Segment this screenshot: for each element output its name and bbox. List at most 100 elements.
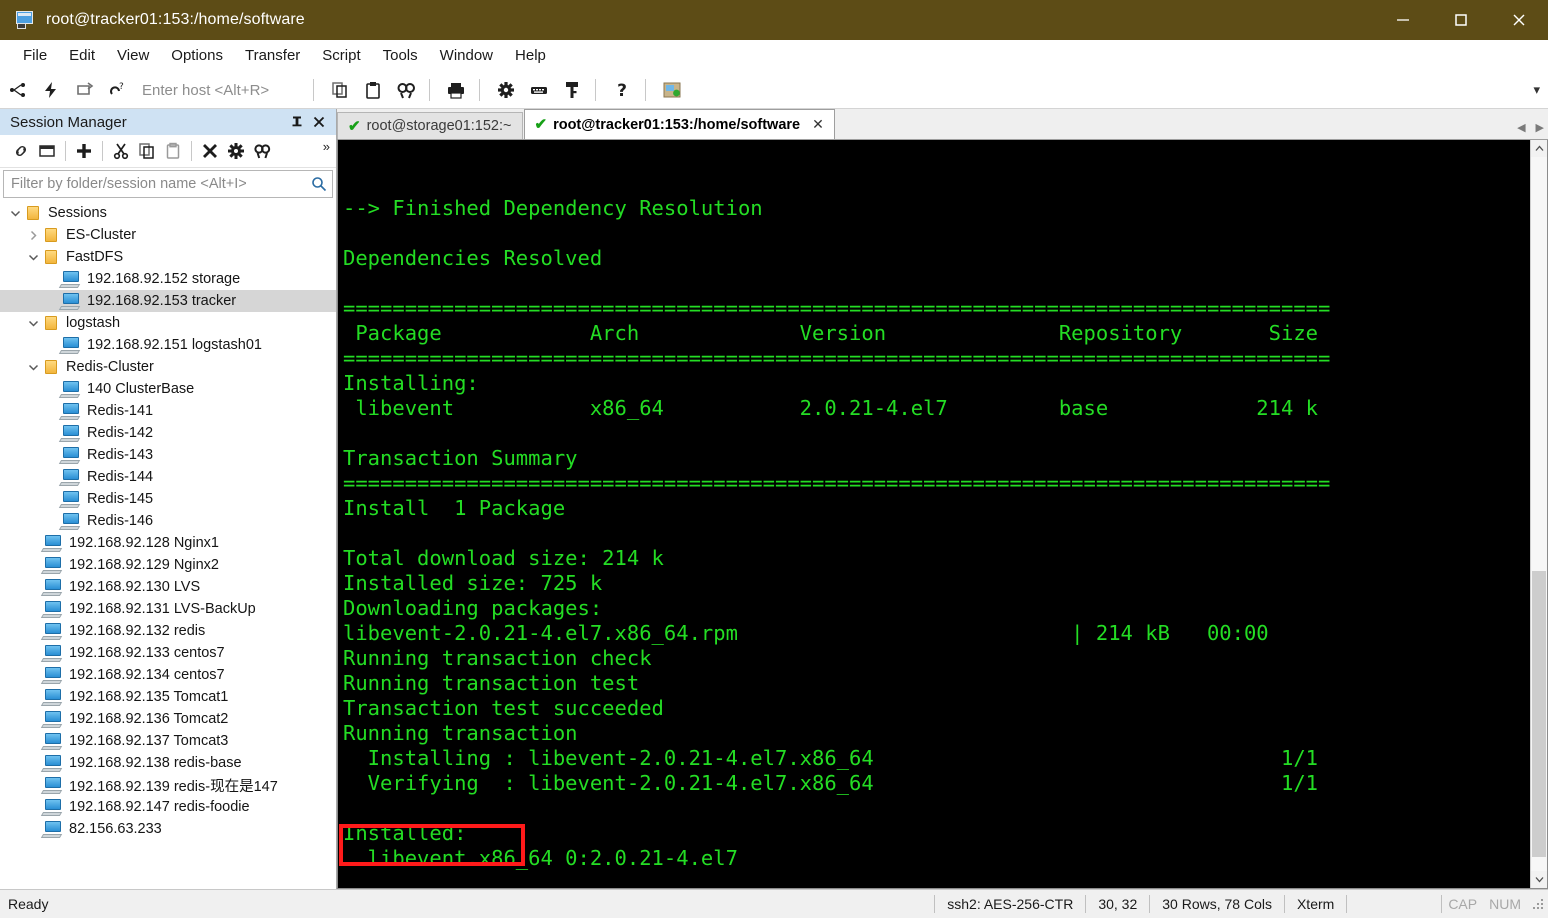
computer-icon (58, 292, 82, 310)
folder-icon (42, 315, 61, 331)
tab-scroll-left-icon[interactable]: ◀ (1517, 121, 1525, 134)
tree-session[interactable]: 192.168.92.139 redis-现在是147 (0, 774, 336, 796)
computer-icon (58, 424, 82, 442)
tree-item-label: 192.168.92.147 redis-foodie (69, 799, 250, 815)
tree-session[interactable]: 192.168.92.136 Tomcat2 (0, 708, 336, 730)
add-icon[interactable] (71, 138, 97, 164)
tree-folder[interactable]: logstash (0, 312, 336, 334)
menu-edit[interactable]: Edit (58, 43, 106, 68)
tree-session[interactable]: 192.168.92.135 Tomcat1 (0, 686, 336, 708)
session-filter-input[interactable]: Filter by folder/session name <Alt+I> (3, 170, 333, 198)
maximize-button[interactable] (1432, 0, 1490, 40)
chevron-down-icon[interactable] (24, 246, 42, 268)
connect-sftp-icon[interactable]: ? (102, 75, 132, 105)
menu-script[interactable]: Script (311, 43, 371, 68)
chevron-down-icon[interactable] (6, 202, 24, 224)
tab-close-icon[interactable]: ✕ (812, 116, 824, 133)
reconnect-icon[interactable] (69, 75, 99, 105)
find-icon[interactable] (391, 75, 421, 105)
status-emulation: Xterm (1283, 895, 1346, 913)
resize-grip[interactable] (1531, 897, 1545, 911)
paste-icon[interactable] (160, 138, 186, 164)
properties-icon[interactable] (223, 138, 249, 164)
tree-session[interactable]: 192.168.92.131 LVS-BackUp (0, 598, 336, 620)
tree-folder[interactable]: ES-Cluster (0, 224, 336, 246)
scrollbar-track[interactable] (1531, 157, 1547, 871)
tree-session[interactable]: 192.168.92.152 storage (0, 268, 336, 290)
chevron-down-icon[interactable] (24, 356, 42, 378)
terminal-line: Running transaction test (343, 671, 640, 695)
menu-window[interactable]: Window (429, 43, 504, 68)
tree-session[interactable]: 192.168.92.151 logstash01 (0, 334, 336, 356)
quick-connect-icon[interactable] (36, 75, 66, 105)
print-icon[interactable] (441, 75, 471, 105)
chevron-right-icon[interactable] (24, 224, 42, 246)
host-input[interactable]: Enter host <Alt+R> (142, 82, 269, 99)
delete-icon[interactable] (197, 138, 223, 164)
session-options-icon[interactable] (657, 75, 687, 105)
tab-scroll-right-icon[interactable]: ▶ (1536, 121, 1544, 134)
new-window-icon[interactable] (34, 138, 60, 164)
tree-session[interactable]: Redis-143 (0, 444, 336, 466)
keymap-icon[interactable] (524, 75, 554, 105)
tree-session[interactable]: Redis-144 (0, 466, 336, 488)
toolbar-overflow-chevron[interactable]: ▾ (1533, 82, 1540, 98)
tree-session[interactable]: 192.168.92.153 tracker (0, 290, 336, 312)
tree-item-label: 192.168.92.132 redis (69, 623, 206, 639)
tree-session[interactable]: 192.168.92.130 LVS (0, 576, 336, 598)
menu-view[interactable]: View (106, 43, 160, 68)
session-toolbar-overflow[interactable]: » (323, 139, 330, 154)
tree-session[interactable]: Redis-142 (0, 422, 336, 444)
close-button[interactable] (1490, 0, 1548, 40)
tree-item-label: Redis-142 (87, 425, 154, 441)
tree-folder[interactable]: Redis-Cluster (0, 356, 336, 378)
tree-session[interactable]: 192.168.92.133 centos7 (0, 642, 336, 664)
menu-transfer[interactable]: Transfer (234, 43, 311, 68)
menu-options[interactable]: Options (160, 43, 234, 68)
cut-icon[interactable] (108, 138, 134, 164)
terminal-pane: ✔ root@storage01:152:~ ✔ root@tracker01:… (337, 109, 1548, 889)
search-icon[interactable] (306, 176, 332, 192)
tree-session[interactable]: 192.168.92.132 redis (0, 620, 336, 642)
terminal-scrollbar[interactable] (1530, 140, 1547, 888)
menu-file[interactable]: File (12, 43, 58, 68)
connect-icon[interactable] (3, 75, 33, 105)
tree-session[interactable]: Redis-145 (0, 488, 336, 510)
tree-session[interactable]: 192.168.92.128 Nginx1 (0, 532, 336, 554)
tree-session[interactable]: 192.168.92.138 redis-base (0, 752, 336, 774)
terminal-line: Installing : libevent-2.0.21-4.el7.x86_6… (343, 746, 1319, 770)
help-icon[interactable]: ? (607, 75, 637, 105)
tree-session[interactable]: 82.156.63.233 (0, 818, 336, 840)
tree-session[interactable]: 192.168.92.129 Nginx2 (0, 554, 336, 576)
terminal-output[interactable]: --> Finished Dependency Resolution Depen… (338, 140, 1530, 888)
terminal-line: Package Arch Version Repository Size (343, 321, 1319, 345)
pin-icon[interactable] (286, 111, 308, 133)
close-icon[interactable] (308, 111, 330, 133)
tree-session[interactable]: Redis-141 (0, 400, 336, 422)
menu-help[interactable]: Help (504, 43, 557, 68)
link-icon[interactable] (8, 138, 34, 164)
scroll-down-arrow[interactable] (1531, 871, 1547, 888)
copy-icon[interactable] (325, 75, 355, 105)
tree-session[interactable]: 192.168.92.137 Tomcat3 (0, 730, 336, 752)
minimize-button[interactable] (1374, 0, 1432, 40)
tree-session[interactable]: Redis-146 (0, 510, 336, 532)
find-icon[interactable] (249, 138, 275, 164)
session-tree[interactable]: Sessions ES-Cluster FastDFS 192.168.92.152 … (0, 200, 336, 889)
tab-storage01[interactable]: ✔ root@storage01:152:~ (337, 112, 523, 139)
settings-icon[interactable] (491, 75, 521, 105)
key-icon[interactable] (557, 75, 587, 105)
paste-icon[interactable] (358, 75, 388, 105)
computer-icon (58, 468, 82, 486)
tab-tracker01[interactable]: ✔ root@tracker01:153:/home/software ✕ (523, 109, 835, 139)
chevron-down-icon[interactable] (24, 312, 42, 334)
menu-tools[interactable]: Tools (372, 43, 429, 68)
tree-session[interactable]: 192.168.92.147 redis-foodie (0, 796, 336, 818)
tree-session[interactable]: 192.168.92.134 centos7 (0, 664, 336, 686)
scrollbar-thumb[interactable] (1532, 571, 1546, 857)
tree-folder[interactable]: FastDFS (0, 246, 336, 268)
copy-icon[interactable] (134, 138, 160, 164)
scroll-up-arrow[interactable] (1531, 140, 1547, 157)
tree-session[interactable]: 140 ClusterBase (0, 378, 336, 400)
tree-folder[interactable]: Sessions (0, 202, 336, 224)
